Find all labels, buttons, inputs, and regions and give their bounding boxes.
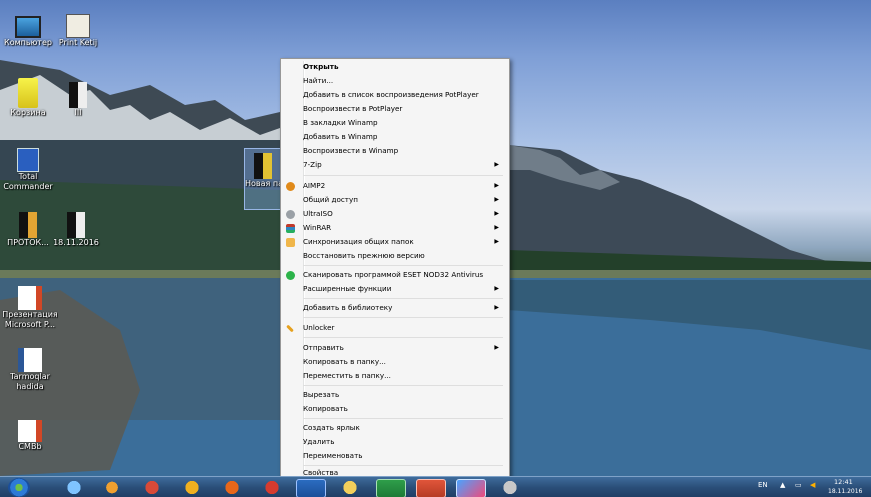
powerpoint-icon bbox=[18, 420, 42, 442]
menu-item-send-to[interactable]: Отправить ▶ bbox=[283, 341, 505, 355]
computer-icon bbox=[15, 16, 41, 38]
desktop-icon-iii[interactable]: III bbox=[50, 82, 106, 118]
desktop-icon-computer[interactable]: Компьютер bbox=[0, 16, 56, 48]
menu-item-create-shortcut[interactable]: Создать ярлык bbox=[283, 421, 505, 435]
clock-date[interactable]: 18.11.2016 bbox=[828, 488, 862, 495]
firefox-icon[interactable] bbox=[218, 479, 246, 496]
settings-icon[interactable] bbox=[496, 479, 524, 496]
submenu-arrow-icon: ▶ bbox=[494, 238, 499, 245]
network-icon[interactable]: ▭ bbox=[795, 481, 802, 489]
menu-separator bbox=[303, 337, 503, 338]
start-orb[interactable] bbox=[8, 478, 30, 497]
menu-item-open[interactable]: Открыть bbox=[283, 60, 505, 74]
ultraiso-icon bbox=[286, 210, 295, 219]
menu-item-play-potplayer[interactable]: Воспроизвести в PotPlayer bbox=[283, 102, 505, 116]
ie-icon[interactable] bbox=[60, 479, 88, 496]
menu-item-ultraiso[interactable]: UltraISO ▶ bbox=[283, 207, 505, 221]
menu-item-cut[interactable]: Вырезать bbox=[283, 388, 505, 402]
aimp-icon[interactable] bbox=[178, 479, 206, 496]
menu-item-rename[interactable]: Переименовать bbox=[283, 449, 505, 463]
chrome-icon[interactable] bbox=[138, 479, 166, 496]
menu-item-winamp-bookmarks[interactable]: В закладки Winamp bbox=[283, 116, 505, 130]
menu-separator bbox=[303, 385, 503, 386]
desktop-icon-print-ketij[interactable]: Print Ketij bbox=[50, 14, 106, 48]
recycle-bin-icon bbox=[18, 78, 38, 108]
explorer-icon[interactable] bbox=[336, 479, 364, 496]
desktop-icon-18-11-2016[interactable]: 18.11.2016 bbox=[48, 212, 104, 248]
menu-separator bbox=[303, 317, 503, 318]
submenu-arrow-icon: ▶ bbox=[494, 196, 499, 203]
clock-time[interactable]: 12:41 bbox=[834, 478, 853, 486]
menu-item-copy[interactable]: Копировать bbox=[283, 402, 505, 416]
word-icon[interactable] bbox=[296, 479, 326, 497]
eset-icon bbox=[286, 271, 295, 280]
menu-item-winrar[interactable]: WinRAR ▶ bbox=[283, 221, 505, 235]
taskbar: EN ▲ ▭ ◀ 12:41 18.11.2016 bbox=[0, 476, 871, 497]
menu-item-eset-scan[interactable]: Сканировать программой ESET NOD32 Antivi… bbox=[283, 268, 505, 282]
menu-item-sharing[interactable]: Общий доступ ▶ bbox=[283, 193, 505, 207]
submenu-arrow-icon: ▶ bbox=[494, 224, 499, 231]
opera-icon[interactable] bbox=[258, 479, 286, 496]
winrar-icon bbox=[286, 224, 295, 233]
menu-item-7zip[interactable]: 7-Zip ▶ bbox=[283, 158, 505, 172]
menu-separator bbox=[303, 265, 503, 266]
menu-item-find[interactable]: Найти... bbox=[283, 74, 505, 88]
paint-icon[interactable] bbox=[456, 479, 486, 497]
desktop-icon-selected-folder[interactable]: Новая папка ... bbox=[244, 148, 282, 210]
menu-item-copy-to-folder[interactable]: Копировать в папку... bbox=[283, 355, 505, 369]
aimp-icon bbox=[286, 182, 295, 191]
desktop-icon-total-commander[interactable]: Total Commander bbox=[0, 148, 56, 192]
book-icon bbox=[66, 14, 90, 38]
submenu-arrow-icon: ▶ bbox=[494, 285, 499, 292]
show-hidden-icons-icon[interactable]: ▲ bbox=[780, 481, 785, 489]
menu-item-aimp2[interactable]: AIMP2 ▶ bbox=[283, 179, 505, 193]
desktop-screen: Компьютер Print Ketij Корзина III Total … bbox=[0, 0, 871, 497]
menu-separator bbox=[303, 418, 503, 419]
menu-item-delete[interactable]: Удалить bbox=[283, 435, 505, 449]
powerpoint-icon bbox=[18, 286, 42, 310]
menu-separator bbox=[303, 175, 503, 176]
menu-separator bbox=[303, 298, 503, 299]
menu-item-play-winamp[interactable]: Воспроизвести в Winamp bbox=[283, 144, 505, 158]
submenu-arrow-icon: ▶ bbox=[494, 304, 499, 311]
word-icon bbox=[18, 348, 42, 372]
language-indicator[interactable]: EN bbox=[758, 481, 768, 489]
desktop-icon-presentation[interactable]: Презентация Microsoft P... bbox=[2, 286, 58, 330]
file-icon bbox=[67, 212, 85, 238]
file-icon bbox=[19, 212, 37, 238]
unlocker-icon bbox=[286, 324, 294, 333]
submenu-arrow-icon: ▶ bbox=[494, 161, 499, 168]
desktop-icon-recycle-bin[interactable]: Корзина bbox=[0, 78, 56, 118]
excel-icon[interactable] bbox=[376, 479, 406, 497]
floppy-icon bbox=[17, 148, 39, 172]
sync-icon bbox=[286, 238, 295, 247]
menu-item-advanced[interactable]: Расширенные функции ▶ bbox=[283, 282, 505, 296]
context-menu: Открыть Найти... Добавить в список воспр… bbox=[280, 58, 510, 480]
desktop-icon-cmbb[interactable]: CMBb bbox=[2, 420, 58, 452]
menu-item-add-to-library[interactable]: Добавить в библиотеку ▶ bbox=[283, 301, 505, 315]
powerpoint-icon[interactable] bbox=[416, 479, 446, 497]
menu-item-add-winamp[interactable]: Добавить в Winamp bbox=[283, 130, 505, 144]
media-player-icon[interactable] bbox=[98, 479, 126, 496]
menu-item-properties[interactable]: Свойства bbox=[283, 463, 505, 477]
menu-item-add-potplayer-playlist[interactable]: Добавить в список воспроизведения PotPla… bbox=[283, 88, 505, 102]
file-icon bbox=[69, 82, 87, 108]
volume-icon[interactable]: ◀ bbox=[810, 481, 815, 489]
submenu-arrow-icon: ▶ bbox=[494, 210, 499, 217]
submenu-arrow-icon: ▶ bbox=[494, 182, 499, 189]
desktop-icon-tarmoqlar[interactable]: Tarmoqlar hadida bbox=[2, 348, 58, 392]
menu-item-move-to-folder[interactable]: Переместить в папку... bbox=[283, 369, 505, 383]
submenu-arrow-icon: ▶ bbox=[494, 344, 499, 351]
menu-item-unlocker[interactable]: Unlocker bbox=[283, 321, 505, 335]
folder-icon bbox=[254, 153, 272, 179]
menu-item-restore-version[interactable]: Восстановить прежнюю версию bbox=[283, 249, 505, 263]
menu-item-sync-folders[interactable]: Синхронизация общих папок ▶ bbox=[283, 235, 505, 249]
